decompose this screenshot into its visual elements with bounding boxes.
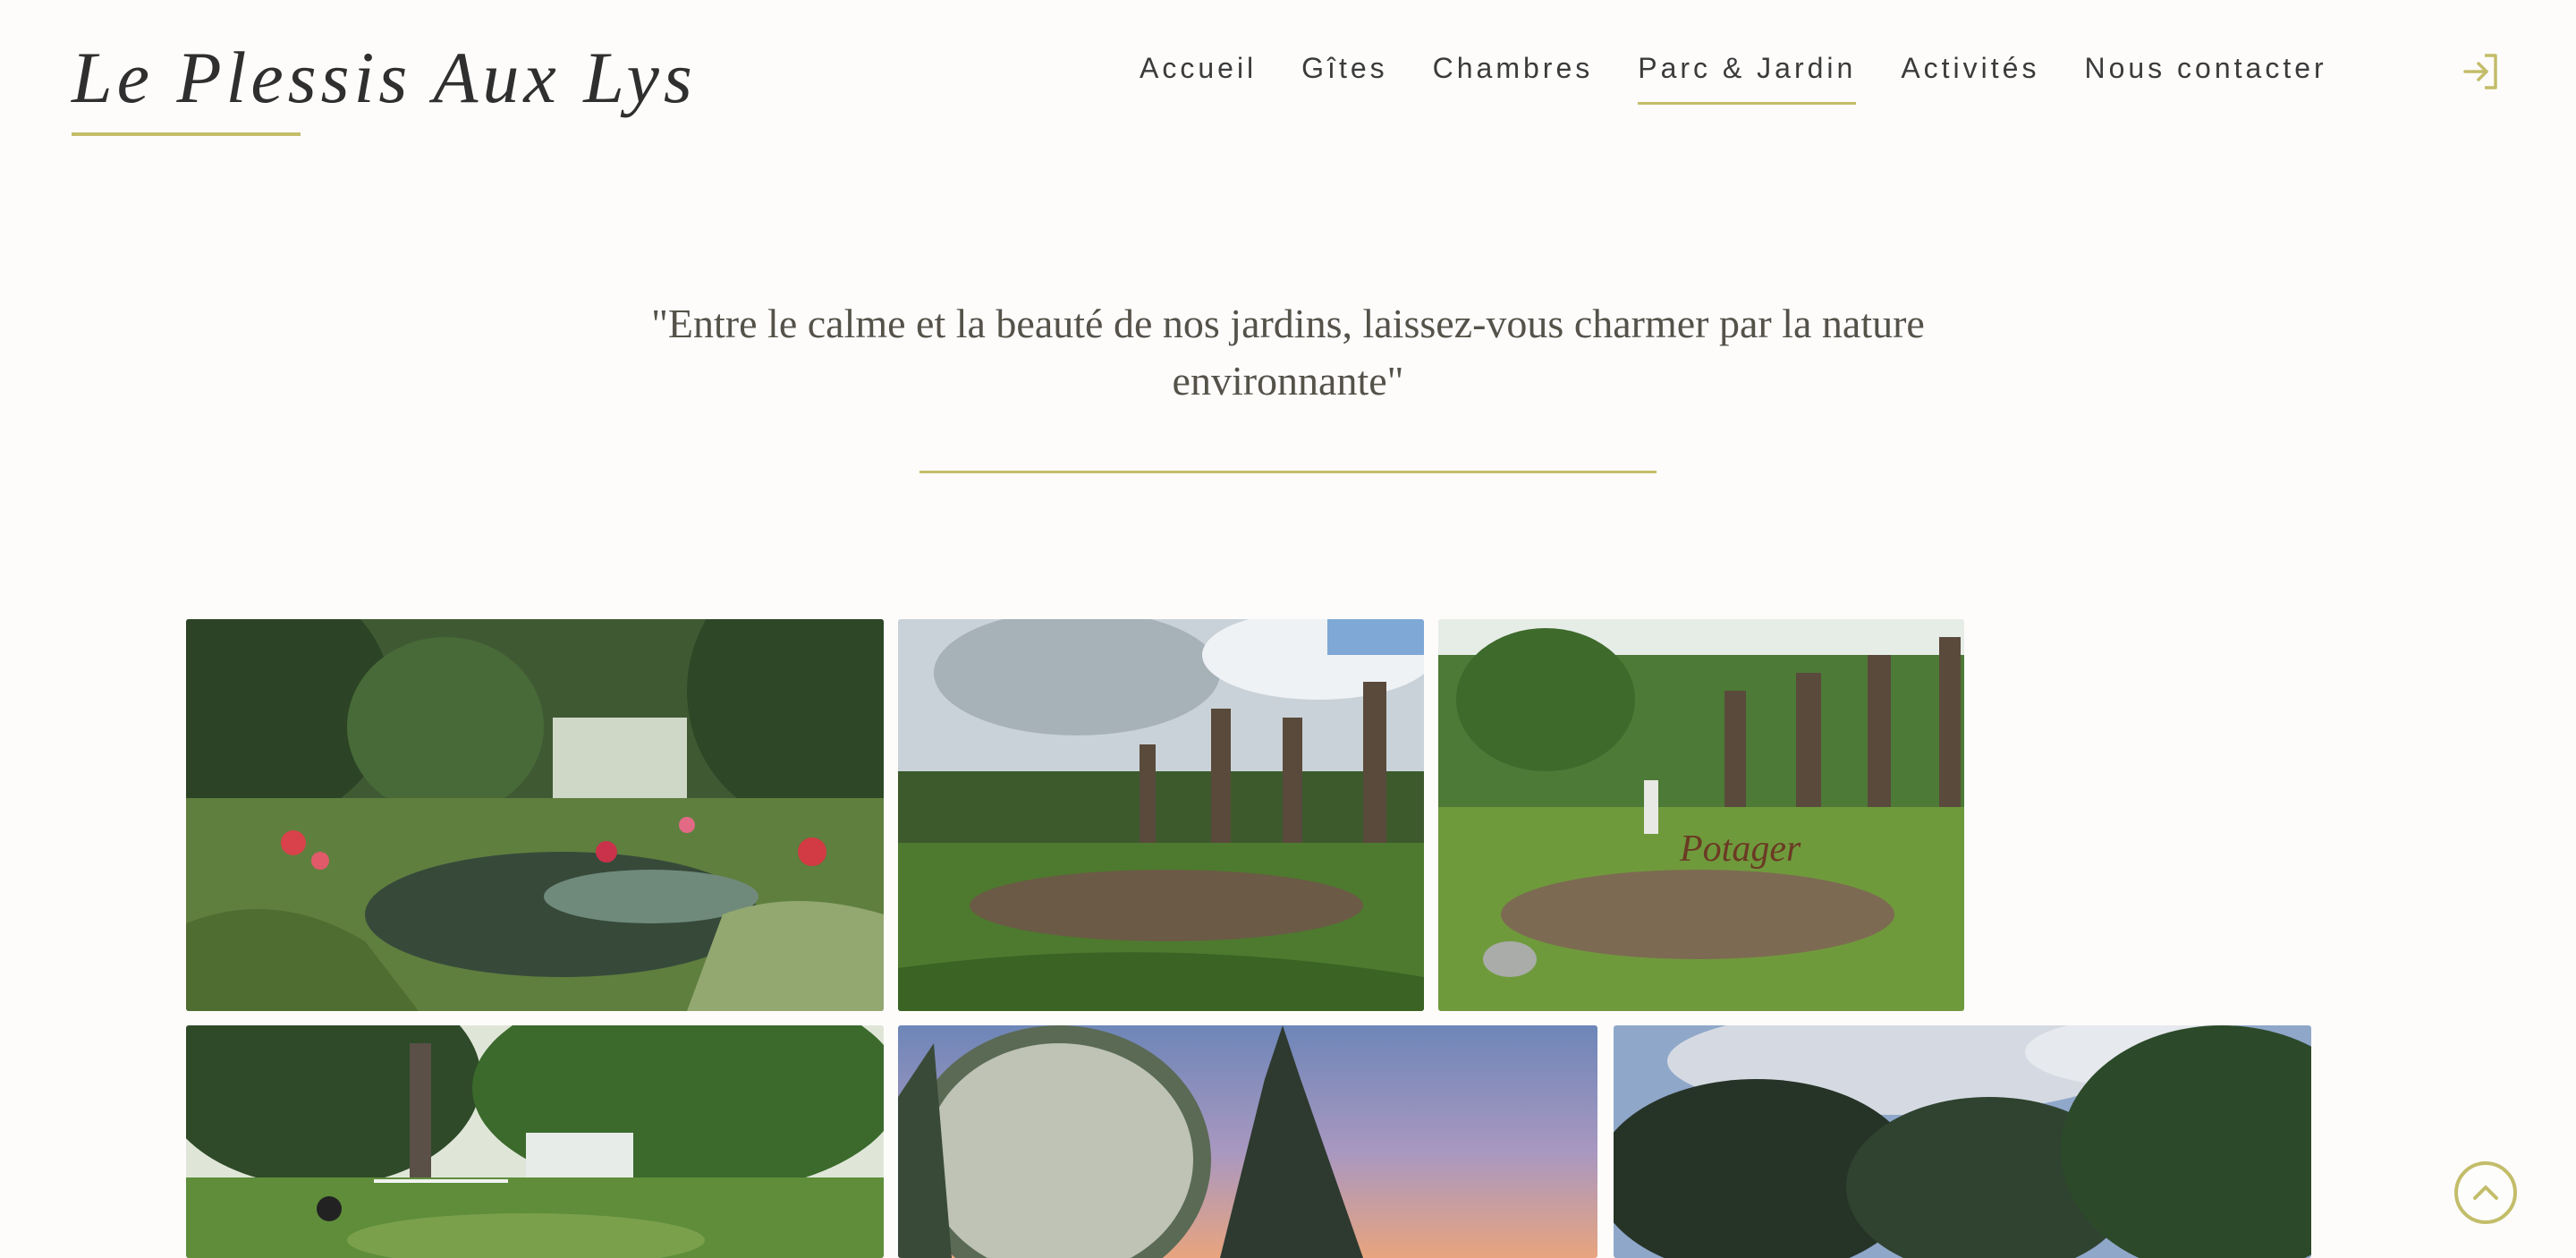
site-logo[interactable]: Le Plessis Aux Lys xyxy=(72,36,697,120)
nav-item-accueil[interactable]: Accueil xyxy=(1140,52,1257,105)
nav-item-activites[interactable]: Activités xyxy=(1901,52,2039,105)
flowering-tree-sunset-photo[interactable] xyxy=(898,1025,1597,1258)
nav-item-parc-jardin[interactable]: Parc & Jardin xyxy=(1638,52,1857,105)
main-nav: Accueil Gîtes Chambres Parc & Jardin Act… xyxy=(1140,52,2372,105)
garden-quote: "Entre le calme et la beauté de nos jard… xyxy=(651,301,1925,404)
potager-sign-photo[interactable]: Potager xyxy=(1438,619,1964,1011)
quote-divider xyxy=(919,471,1657,473)
chevron-up-icon xyxy=(2473,1186,2498,1200)
page: Le Plessis Aux Lys Accueil Gîtes Chambre… xyxy=(0,0,2576,1258)
nav-item-gites[interactable]: Gîtes xyxy=(1301,52,1387,105)
pond-flowers-photo[interactable] xyxy=(186,619,884,1011)
scroll-to-top-button[interactable] xyxy=(2454,1161,2517,1224)
login-arrow-icon[interactable] xyxy=(2460,50,2503,93)
pollarded-trees-garden-photo[interactable] xyxy=(898,619,1424,1011)
logo-underline xyxy=(72,132,301,136)
svg-text:Potager: Potager xyxy=(1679,829,1801,870)
cedar-trees-sky-photo[interactable] xyxy=(1614,1025,2311,1258)
park-lawn-trees-photo[interactable] xyxy=(186,1025,884,1258)
nav-item-chambres[interactable]: Chambres xyxy=(1433,52,1594,105)
nav-item-nous-contacter[interactable]: Nous contacter xyxy=(2084,52,2326,105)
